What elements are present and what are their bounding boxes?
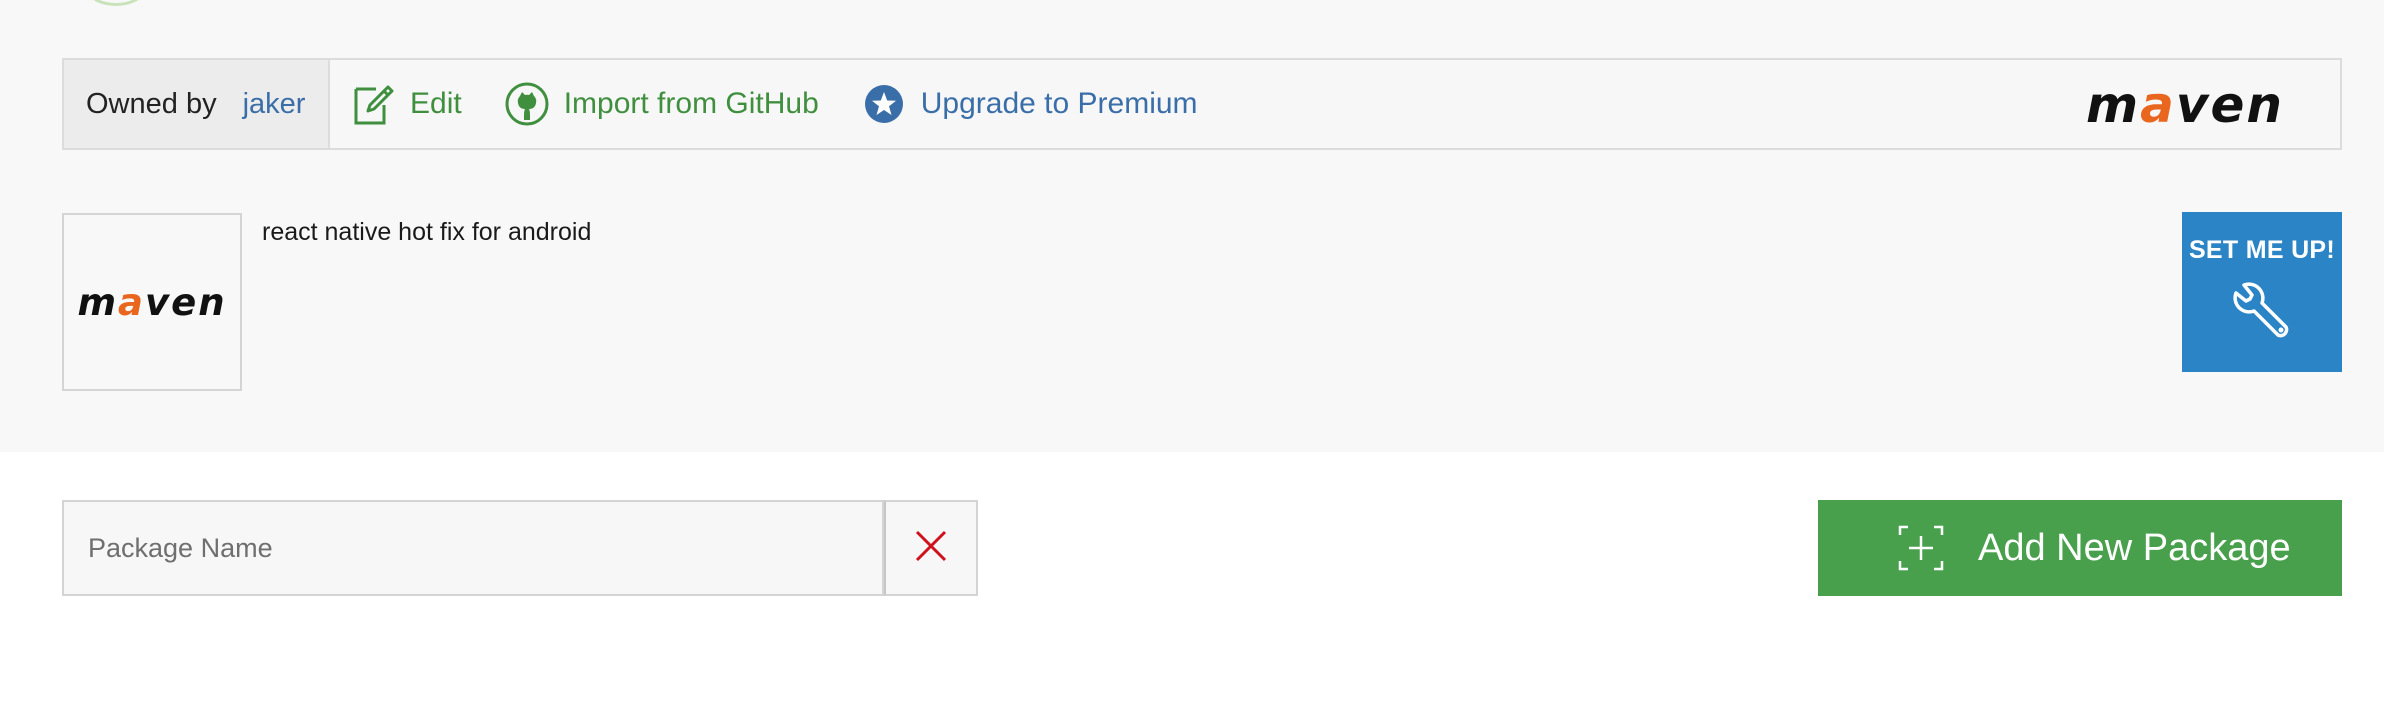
set-me-up-label: SET ME UP! xyxy=(2188,236,2336,264)
close-icon xyxy=(914,529,948,568)
github-icon xyxy=(504,81,550,127)
wrench-icon xyxy=(2224,273,2300,354)
add-new-package-label: Add New Package xyxy=(1978,526,2291,569)
set-me-up-button[interactable]: SET ME UP! xyxy=(2182,212,2342,372)
import-github-button[interactable]: Import from GitHub xyxy=(504,60,819,148)
edit-icon xyxy=(350,81,396,127)
repository-header: Owned by jaker Edit Import from GitHub U… xyxy=(0,0,2384,452)
package-search xyxy=(62,500,978,596)
package-name-input[interactable] xyxy=(62,500,884,596)
upgrade-premium-button[interactable]: Upgrade to Premium xyxy=(861,60,1198,148)
owned-by-label: Owned by xyxy=(86,87,217,120)
repository-description: react native hot fix for android xyxy=(262,218,592,246)
repository-logo: maven xyxy=(62,213,242,391)
add-new-package-button[interactable]: Add New Package xyxy=(1818,500,2342,596)
edit-label: Edit xyxy=(410,87,462,120)
clear-search-button[interactable] xyxy=(884,500,978,596)
avatar xyxy=(86,0,146,6)
import-github-label: Import from GitHub xyxy=(563,87,819,120)
owner-box: Owned by jaker xyxy=(64,60,330,148)
owner-link[interactable]: jaker xyxy=(243,88,306,121)
maven-logo: maven xyxy=(2086,76,2284,134)
upgrade-premium-label: Upgrade to Premium xyxy=(920,87,1198,120)
repository-toolbar: Owned by jaker Edit Import from GitHub U… xyxy=(62,58,2342,150)
star-icon xyxy=(861,81,907,127)
edit-button[interactable]: Edit xyxy=(350,60,462,148)
plus-icon xyxy=(1898,525,1944,571)
